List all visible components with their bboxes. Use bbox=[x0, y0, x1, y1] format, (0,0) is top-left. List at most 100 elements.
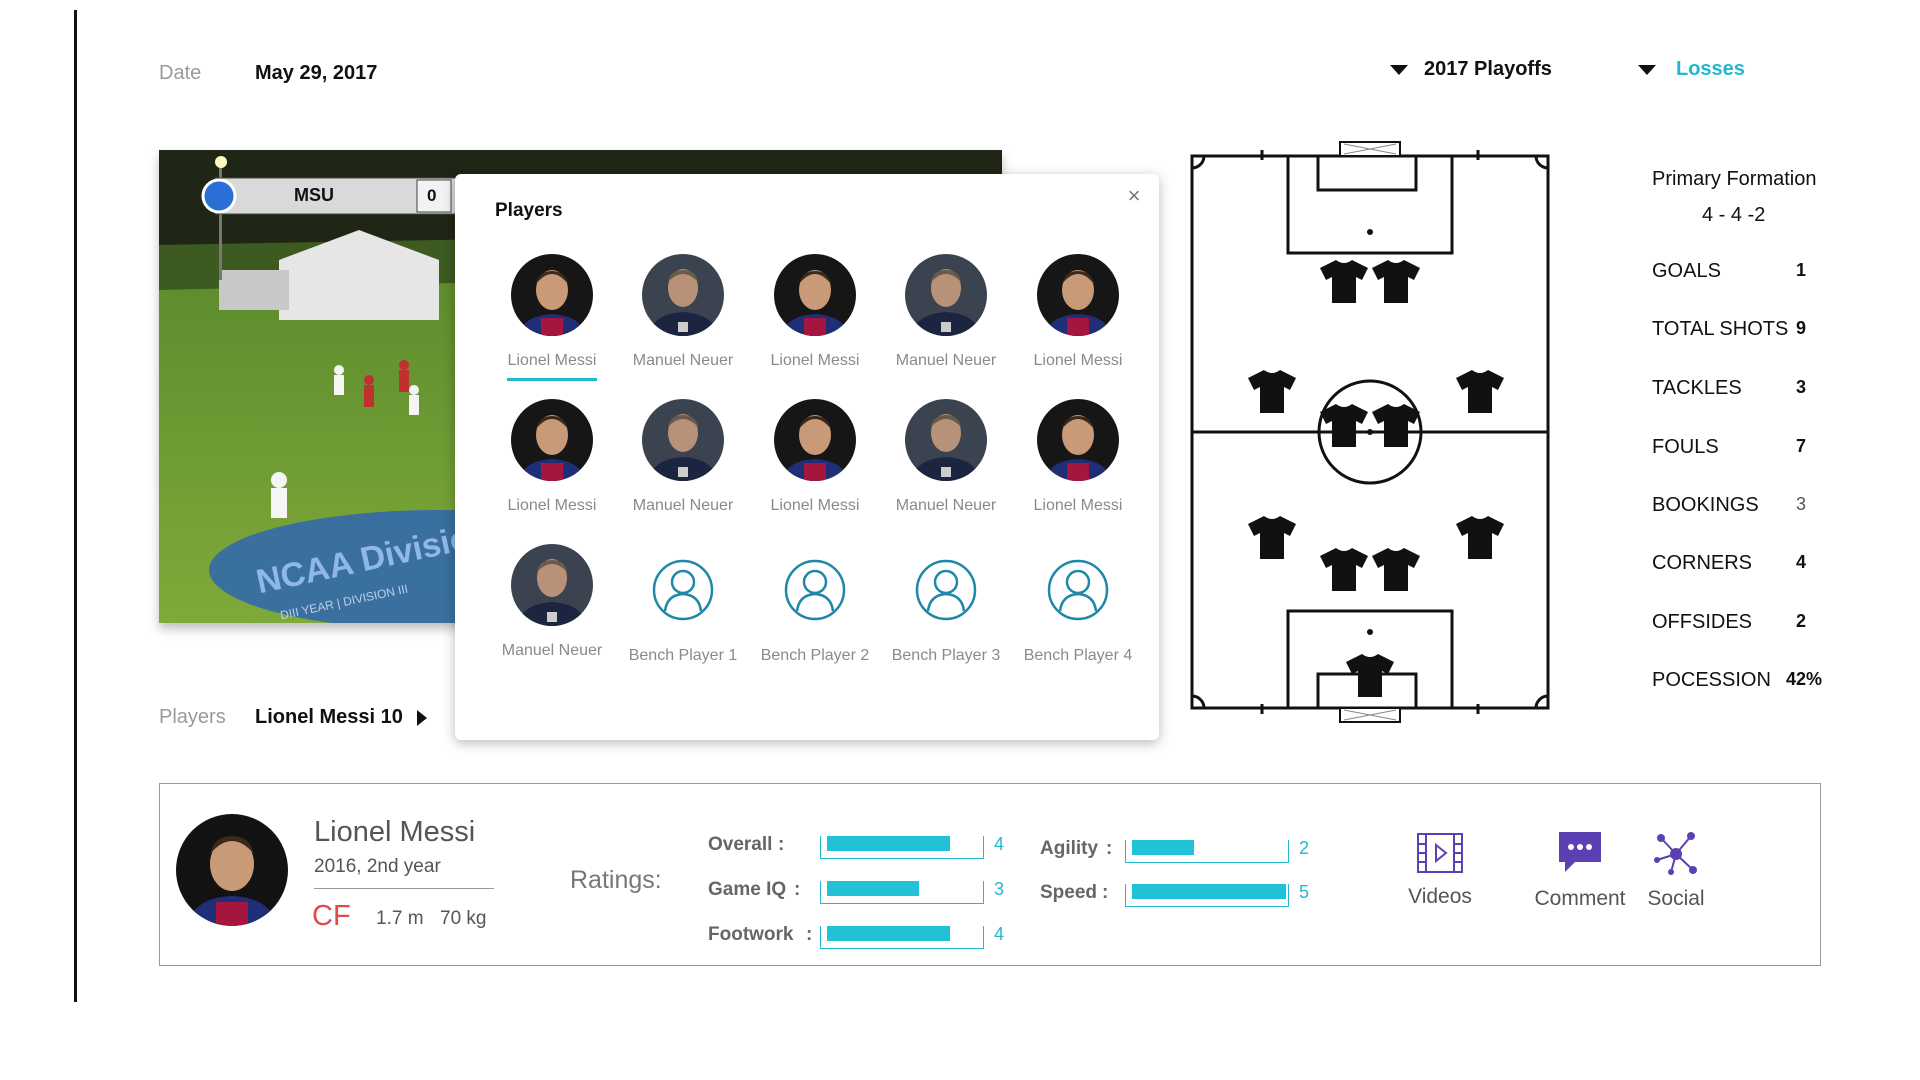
player-shirt-icon bbox=[1456, 370, 1504, 413]
formation-pitch bbox=[1188, 138, 1554, 726]
rating-bar-fill bbox=[1132, 884, 1286, 899]
player-name: Bench Player 1 bbox=[628, 647, 738, 664]
left-divider bbox=[74, 10, 77, 1002]
players-label: Players bbox=[159, 706, 226, 728]
player-option[interactable]: Bench Player 4 bbox=[1018, 549, 1138, 665]
user-outline-icon bbox=[774, 549, 856, 631]
caret-down-icon bbox=[1390, 64, 1408, 75]
stat-row: POCESSION 42% bbox=[1652, 669, 1822, 692]
player-name: Lionel Messi bbox=[507, 352, 597, 369]
stat-label: CORNERS bbox=[1652, 552, 1753, 574]
player-option[interactable]: Lionel Messi bbox=[1018, 399, 1138, 515]
player-avatar bbox=[642, 399, 724, 481]
rating-value: 5 bbox=[1299, 882, 1310, 902]
stat-row: GOALS 1 bbox=[1652, 260, 1822, 283]
rating-bar bbox=[820, 926, 984, 949]
player-shirt-icon bbox=[1320, 260, 1368, 303]
player-shirt-icon bbox=[1248, 516, 1296, 559]
selected-underline bbox=[507, 378, 597, 381]
rating-colon: : bbox=[1102, 882, 1109, 903]
player-option[interactable]: Manuel Neuer bbox=[623, 399, 743, 515]
rating-value: 2 bbox=[1299, 838, 1310, 858]
season-value: 2017 Playoffs bbox=[1424, 58, 1552, 80]
stat-row: BOOKINGS 3 bbox=[1652, 494, 1822, 517]
rating-bar-fill bbox=[1132, 840, 1194, 855]
season-dropdown[interactable]: 2017 Playoffs bbox=[1390, 58, 1552, 81]
player-avatar bbox=[905, 254, 987, 336]
player-selector[interactable]: Lionel Messi 10 bbox=[255, 706, 427, 729]
result-dropdown[interactable]: Losses bbox=[1638, 58, 1745, 81]
player-option[interactable]: Lionel Messi bbox=[492, 254, 612, 381]
result-value: Losses bbox=[1676, 58, 1745, 80]
rating-label: Speed bbox=[1040, 882, 1098, 903]
player-shirt-icon bbox=[1456, 516, 1504, 559]
formation-shirts bbox=[1248, 260, 1504, 697]
network-icon bbox=[1654, 832, 1697, 875]
player-option[interactable]: Lionel Messi bbox=[1018, 254, 1138, 370]
rating-colon: : bbox=[806, 924, 813, 945]
chat-bubble-icon bbox=[1559, 832, 1601, 872]
score-team: MSU bbox=[294, 185, 334, 205]
player-option[interactable]: Lionel Messi bbox=[755, 399, 875, 515]
stat-value: 3 bbox=[1795, 377, 1806, 397]
score-value: 0 bbox=[427, 186, 437, 205]
player-option[interactable]: Manuel Neuer bbox=[886, 399, 1006, 515]
player-avatar bbox=[774, 399, 856, 481]
popup-title: Players bbox=[495, 200, 563, 221]
player-shirt-icon bbox=[1320, 548, 1368, 591]
player-option[interactable]: Bench Player 2 bbox=[755, 549, 875, 665]
stat-value: 42% bbox=[1785, 669, 1822, 689]
user-outline-icon bbox=[905, 549, 987, 631]
videos-button[interactable]: Videos bbox=[1400, 832, 1480, 909]
player-option[interactable]: Lionel Messi bbox=[755, 254, 875, 370]
caret-right-icon bbox=[416, 709, 427, 726]
player-avatar bbox=[511, 544, 593, 626]
player-avatar bbox=[511, 399, 593, 481]
date-value[interactable]: May 29, 2017 bbox=[255, 62, 377, 85]
rating-bar bbox=[1125, 884, 1289, 907]
rating-value: 4 bbox=[994, 924, 1005, 944]
social-button[interactable]: Social bbox=[1641, 830, 1711, 911]
player-shirt-icon bbox=[1320, 404, 1368, 447]
player-name: Manuel Neuer bbox=[895, 497, 997, 514]
player-name: Lionel Messi bbox=[1033, 497, 1123, 514]
player-weight: 70 kg bbox=[440, 908, 487, 929]
pitch-diagram bbox=[1190, 141, 1550, 723]
player-option[interactable]: Manuel Neuer bbox=[886, 254, 1006, 370]
player-avatar bbox=[1037, 254, 1119, 336]
rating-label: Overall bbox=[708, 834, 773, 855]
rating-bar bbox=[1125, 840, 1289, 863]
player-shirt-icon bbox=[1372, 548, 1420, 591]
player-option[interactable]: Bench Player 1 bbox=[623, 549, 743, 665]
rating-bar-fill bbox=[827, 926, 950, 941]
player-avatar bbox=[905, 399, 987, 481]
rating-colon: : bbox=[794, 879, 801, 900]
formation-title: Primary Formation bbox=[1652, 168, 1817, 190]
stat-label: TACKLES bbox=[1652, 377, 1742, 399]
stat-label: POCESSION bbox=[1652, 669, 1771, 691]
player-shirt-icon bbox=[1248, 370, 1296, 413]
player-year: 2016, 2nd year bbox=[314, 856, 441, 877]
player-option[interactable]: Lionel Messi bbox=[492, 399, 612, 515]
player-name: Bench Player 3 bbox=[891, 647, 1001, 664]
player-name: Lionel Messi bbox=[770, 352, 860, 369]
stat-value: 4 bbox=[1795, 552, 1806, 572]
user-outline-icon bbox=[642, 549, 724, 631]
stat-row: TOTAL SHOTS 9 bbox=[1652, 318, 1822, 341]
player-name: Manuel Neuer bbox=[632, 352, 734, 369]
close-icon[interactable]: × bbox=[1124, 185, 1144, 207]
comment-button[interactable]: Comment bbox=[1525, 830, 1635, 911]
social-label: Social bbox=[1647, 887, 1705, 910]
player-name: Lionel Messi bbox=[770, 497, 860, 514]
player-shirt-icon bbox=[1372, 260, 1420, 303]
stat-label: BOOKINGS bbox=[1652, 494, 1759, 516]
stat-row: OFFSIDES 2 bbox=[1652, 611, 1822, 634]
ratings-title: Ratings: bbox=[570, 866, 662, 894]
player-avatar bbox=[642, 254, 724, 336]
player-option[interactable]: Bench Player 3 bbox=[886, 549, 1006, 665]
player-option[interactable]: Manuel Neuer bbox=[623, 254, 743, 370]
player-position: CF bbox=[312, 900, 351, 932]
comment-label: Comment bbox=[1534, 887, 1626, 910]
player-option[interactable]: Manuel Neuer bbox=[492, 544, 612, 660]
stat-value: 9 bbox=[1795, 318, 1806, 338]
